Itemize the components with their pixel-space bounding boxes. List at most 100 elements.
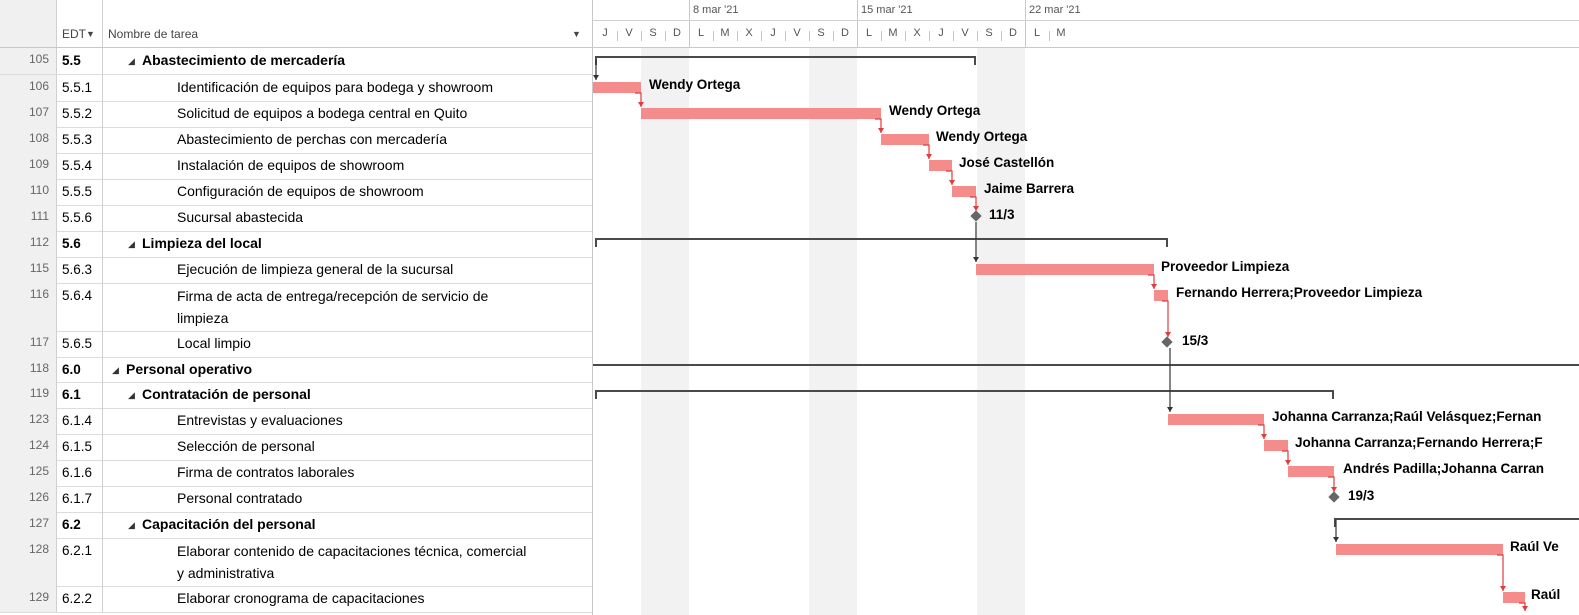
task-name[interactable]: Capacitación del personal [142,512,316,538]
row-id[interactable]: 118 [0,357,57,382]
task-row[interactable]: 107 5.5.2 Solicitud de equipos a bodega ce… [0,101,592,128]
task-name[interactable]: Configuración de equipos de showroom [177,179,424,205]
filter-dropdown-icon[interactable]: ▼ [572,29,581,39]
row-id[interactable]: 126 [0,486,57,512]
row-id[interactable]: 124 [0,434,57,460]
task-row[interactable]: 105 5.5 ◢ Abastecimiento de mercadería [0,48,592,75]
task-name-text: Selección de personal [177,438,315,454]
task-name[interactable]: Personal contratado [177,486,302,512]
task-row[interactable]: 123 6.1.4 Entrevistas y evaluaciones [0,408,592,435]
row-id[interactable]: 111 [0,205,57,231]
task-row[interactable]: 109 5.5.4 Instalación de equipos de showro… [0,153,592,180]
task-name[interactable]: Ejecución de limpieza general de la sucu… [177,257,453,283]
task-name-text: Identificación de equipos para bodega y … [177,79,493,95]
task-name[interactable]: Elaborar contenido de capacitaciones téc… [177,538,526,588]
task-name[interactable]: Entrevistas y evaluaciones [177,408,343,434]
row-wbs[interactable]: 6.2 [56,512,103,538]
task-name[interactable]: Solicitud de equipos a bodega central en… [177,101,467,127]
task-name-column-header[interactable]: Nombre de tarea ▼ [102,0,592,47]
task-row[interactable]: 108 5.5.3 Abastecimiento de perchas con me… [0,127,592,154]
task-row[interactable]: 126 6.1.7 Personal contratado [0,486,592,513]
link-arrowhead [1331,487,1337,492]
row-wbs[interactable]: 5.6.3 [56,257,103,283]
task-row[interactable]: 128 6.2.1 Elaborar contenido de capacitaci… [0,538,592,587]
row-id[interactable]: 109 [0,153,57,179]
task-row[interactable]: 116 5.6.4 Firma de acta de entrega/recepci… [0,283,592,332]
link-arrowhead [973,257,979,262]
task-name[interactable]: Selección de personal [177,434,315,460]
row-id[interactable]: 125 [0,460,57,486]
task-grid: EDT ▼ Nombre de tarea ▼ 105 5.5 ◢ Abastecim… [0,0,592,615]
collapse-triangle-icon[interactable]: ◢ [128,56,135,67]
task-row[interactable]: 117 5.6.5 Local limpio [0,331,592,358]
task-row[interactable]: 106 5.5.1 Identificación de equipos para b… [0,75,592,102]
row-wbs[interactable]: 5.5.2 [56,101,103,127]
task-name[interactable]: Elaborar cronograma de capacitaciones [177,586,424,612]
task-row[interactable]: 129 6.2.2 Elaborar cronograma de capacitac… [0,586,592,613]
collapse-triangle-icon[interactable]: ◢ [128,390,135,401]
task-name[interactable]: Identificación de equipos para bodega y … [177,75,493,101]
row-wbs[interactable]: 6.1.7 [56,486,103,512]
task-row[interactable]: 111 5.5.6 Sucursal abastecida [0,205,592,232]
row-id[interactable]: 110 [0,179,57,205]
task-row[interactable]: 110 5.5.5 Configuración de equipos de show… [0,179,592,206]
row-wbs[interactable]: 6.1 [56,382,103,408]
row-wbs[interactable]: 5.6.5 [56,331,103,357]
row-id[interactable]: 115 [0,257,57,283]
id-column-header[interactable] [0,0,57,47]
row-id[interactable]: 106 [0,75,57,101]
task-name[interactable]: Abastecimiento de perchas con mercadería [177,127,447,153]
task-row[interactable]: 115 5.6.3 Ejecución de limpieza general de… [0,257,592,284]
row-id[interactable]: 119 [0,382,57,408]
task-name[interactable]: Personal operativo [126,357,252,382]
row-id[interactable]: 117 [0,331,57,357]
task-name-text: Personal operativo [126,361,253,377]
sort-arrow-icon[interactable]: ▼ [86,29,95,39]
task-name[interactable]: Firma de acta de entrega/recepción de se… [177,283,488,333]
row-id[interactable]: 129 [0,586,57,612]
task-row[interactable]: 119 6.1 ◢ Contratación de personal [0,382,592,409]
row-wbs[interactable]: 6.1.5 [56,434,103,460]
row-wbs[interactable]: 5.6.4 [56,283,103,331]
task-name[interactable]: Abastecimiento de mercadería [142,48,345,74]
row-wbs[interactable]: 6.2.2 [56,586,103,612]
task-row[interactable]: 127 6.2 ◢ Capacitación del personal [0,512,592,539]
row-id[interactable]: 107 [0,101,57,127]
link-arrowhead [638,102,644,107]
row-id[interactable]: 127 [0,512,57,538]
row-wbs[interactable]: 6.2.1 [56,538,103,586]
task-name[interactable]: Local limpio [177,331,251,357]
task-name-text: Ejecución de limpieza general de la sucu… [177,261,454,277]
row-id[interactable]: 112 [0,231,57,257]
row-id[interactable]: 108 [0,127,57,153]
row-wbs[interactable]: 5.5.5 [56,179,103,205]
row-wbs[interactable]: 5.5.1 [56,75,103,101]
row-id[interactable]: 128 [0,538,57,586]
row-wbs[interactable]: 5.5 [56,48,103,74]
row-wbs[interactable]: 5.5.3 [56,127,103,153]
task-name[interactable]: Contratación de personal [142,382,311,408]
row-id[interactable]: 116 [0,283,57,331]
task-name[interactable]: Sucursal abastecida [177,205,303,231]
row-wbs[interactable]: 6.1.4 [56,408,103,434]
collapse-triangle-icon[interactable]: ◢ [128,520,135,531]
row-id[interactable]: 123 [0,408,57,434]
task-name[interactable]: Limpieza del local [142,231,262,257]
task-name[interactable]: Instalación de equipos de showroom [177,153,404,179]
task-row[interactable]: 124 6.1.5 Selección de personal [0,434,592,461]
row-wbs[interactable]: 5.5.4 [56,153,103,179]
task-row[interactable]: 112 5.6 ◢ Limpieza del local [0,231,592,258]
wbs-column-header[interactable]: EDT ▼ [56,0,103,47]
row-wbs[interactable]: 6.1.6 [56,460,103,486]
row-wbs[interactable]: 6.0 [56,357,103,382]
task-name-text: Local limpio [177,335,251,351]
collapse-triangle-icon[interactable]: ◢ [128,239,135,250]
task-name-text: Contratación de personal [142,386,311,402]
task-name[interactable]: Firma de contratos laborales [177,460,354,486]
task-row[interactable]: 118 6.0 ◢ Personal operativo [0,357,592,383]
row-wbs[interactable]: 5.6 [56,231,103,257]
collapse-triangle-icon[interactable]: ◢ [112,365,119,376]
task-row[interactable]: 125 6.1.6 Firma de contratos laborales [0,460,592,487]
row-id[interactable]: 105 [0,48,57,74]
row-wbs[interactable]: 5.5.6 [56,205,103,231]
